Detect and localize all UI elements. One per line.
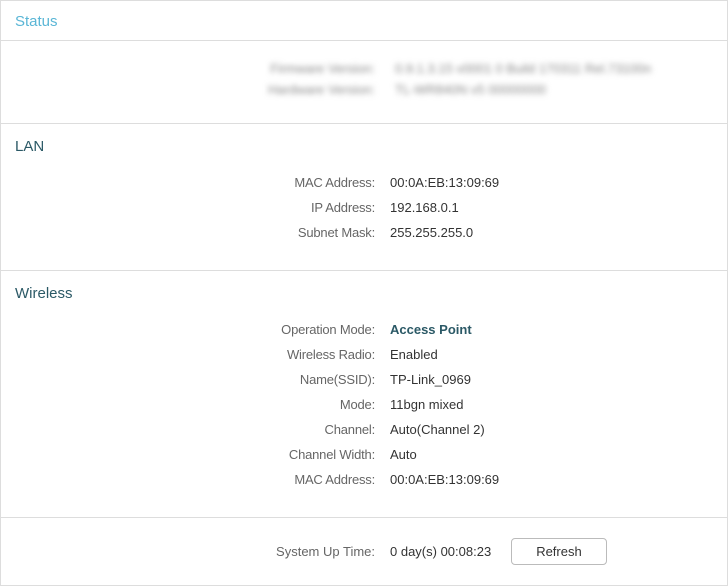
wireless-chwidth-value: Auto	[390, 447, 417, 462]
wireless-channel-row: Channel: Auto(Channel 2)	[15, 422, 713, 437]
wireless-ssid-label: Name(SSID):	[15, 372, 390, 387]
refresh-button[interactable]: Refresh	[511, 538, 607, 565]
hardware-label: Hardware Version:	[255, 82, 375, 97]
lan-section: LAN MAC Address: 00:0A:EB:13:09:69 IP Ad…	[1, 124, 727, 271]
lan-ip-row: IP Address: 192.168.0.1	[15, 200, 713, 215]
wireless-ssid-value: TP-Link_0969	[390, 372, 471, 387]
wireless-ssid-row: Name(SSID): TP-Link_0969	[15, 372, 713, 387]
hardware-row: Hardware Version: TL-WR840N v5 00000000	[15, 82, 713, 97]
wireless-mac-label: MAC Address:	[15, 472, 390, 487]
firmware-label: Firmware Version:	[255, 61, 375, 76]
wireless-opmode-value: Access Point	[390, 322, 472, 337]
wireless-chwidth-label: Channel Width:	[15, 447, 390, 462]
wireless-chwidth-row: Channel Width: Auto	[15, 447, 713, 462]
firmware-row: Firmware Version: 0.9.1.3.15 v0001 0 Bui…	[15, 61, 713, 76]
lan-subnet-value: 255.255.255.0	[390, 225, 473, 240]
wireless-radio-value: Enabled	[390, 347, 438, 362]
lan-mac-label: MAC Address:	[15, 175, 390, 190]
wireless-channel-value: Auto(Channel 2)	[390, 422, 485, 437]
wireless-radio-row: Wireless Radio: Enabled	[15, 347, 713, 362]
wireless-mode-label: Mode:	[15, 397, 390, 412]
lan-mac-row: MAC Address: 00:0A:EB:13:09:69	[15, 175, 713, 190]
uptime-value: 0 day(s) 00:08:23	[390, 544, 491, 559]
header: Status	[1, 1, 727, 41]
status-panel: Status Firmware Version: 0.9.1.3.15 v000…	[0, 0, 728, 586]
wireless-mode-value: 11bgn mixed	[390, 397, 463, 412]
version-section: Firmware Version: 0.9.1.3.15 v0001 0 Bui…	[1, 41, 727, 124]
uptime-label: System Up Time:	[15, 544, 390, 559]
lan-ip-label: IP Address:	[15, 200, 390, 215]
wireless-title: Wireless	[15, 285, 713, 302]
lan-title: LAN	[15, 138, 713, 155]
uptime-section: System Up Time: 0 day(s) 00:08:23 Refres…	[1, 518, 727, 585]
lan-ip-value: 192.168.0.1	[390, 200, 459, 215]
wireless-mac-value: 00:0A:EB:13:09:69	[390, 472, 499, 487]
wireless-mac-row: MAC Address: 00:0A:EB:13:09:69	[15, 472, 713, 487]
lan-subnet-row: Subnet Mask: 255.255.255.0	[15, 225, 713, 240]
wireless-channel-label: Channel:	[15, 422, 390, 437]
wireless-radio-label: Wireless Radio:	[15, 347, 390, 362]
lan-mac-value: 00:0A:EB:13:09:69	[390, 175, 499, 190]
page-title: Status	[15, 13, 713, 30]
firmware-value: 0.9.1.3.15 v0001 0 Build 170311 Rel.7310…	[395, 61, 651, 76]
lan-subnet-label: Subnet Mask:	[15, 225, 390, 240]
wireless-section: Wireless Operation Mode: Access Point Wi…	[1, 271, 727, 518]
wireless-opmode-row: Operation Mode: Access Point	[15, 322, 713, 337]
wireless-opmode-label: Operation Mode:	[15, 322, 390, 337]
wireless-mode-row: Mode: 11bgn mixed	[15, 397, 713, 412]
hardware-value: TL-WR840N v5 00000000	[395, 82, 546, 97]
